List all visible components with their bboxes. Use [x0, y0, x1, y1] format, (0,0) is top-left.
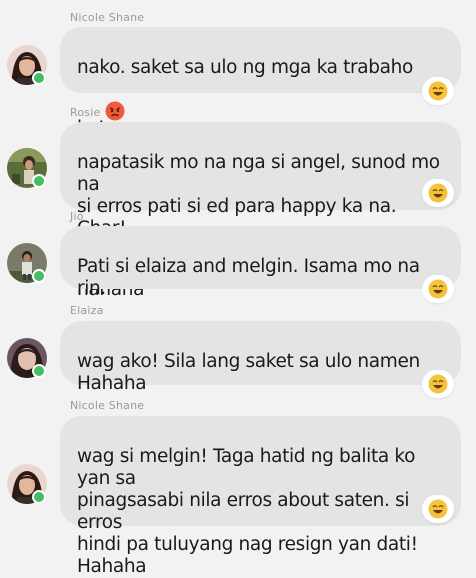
message-bubble[interactable]: Pati si elaiza and melgin. Isama mo na r…: [60, 226, 461, 360]
message-text: wag si melgin! Taga hatid ng balita ko y…: [77, 446, 418, 577]
online-status-dot: [32, 490, 46, 504]
sender-name: Nicole Shane: [70, 399, 145, 412]
message-bubble[interactable]: wag si melgin! Taga hatid ng balita ko y…: [60, 416, 461, 577]
avatar[interactable]: [7, 338, 47, 378]
online-status-dot: [32, 174, 46, 188]
laughing-emoji-icon: [428, 499, 448, 519]
sender-name: Jio: [70, 210, 84, 223]
reaction-badge[interactable]: [422, 495, 454, 523]
message-bubble[interactable]: napatasik mo na nga si angel, sunod mo n…: [60, 122, 461, 300]
reaction-badge[interactable]: [422, 275, 454, 303]
online-status-dot: [32, 269, 46, 283]
message-text: wag ako! Sila lang saket sa ulo namen Ha…: [77, 351, 420, 394]
online-status-dot: [32, 71, 46, 85]
laughing-emoji-icon: [428, 374, 448, 394]
laughing-emoji-icon: [428, 279, 448, 299]
reaction-badge[interactable]: [422, 179, 454, 207]
message-bubble[interactable]: nako. saket sa ulo ng mga ka trabaho ko!: [60, 27, 461, 207]
reaction-badge[interactable]: [422, 77, 454, 105]
reaction-badge[interactable]: [422, 370, 454, 398]
avatar[interactable]: [7, 45, 47, 85]
avatar[interactable]: [7, 243, 47, 283]
sender-name: Nicole Shane: [70, 11, 145, 24]
avatar[interactable]: [7, 148, 47, 188]
sender-name: Rosie: [70, 106, 101, 119]
laughing-emoji-icon: [428, 183, 448, 203]
sender-name: Elaiza: [70, 304, 104, 317]
laughing-emoji-icon: [428, 81, 448, 101]
avatar[interactable]: [7, 464, 47, 504]
message-bubble[interactable]: wag ako! Sila lang saket sa ulo namen Ha…: [60, 321, 461, 394]
online-status-dot: [32, 364, 46, 378]
